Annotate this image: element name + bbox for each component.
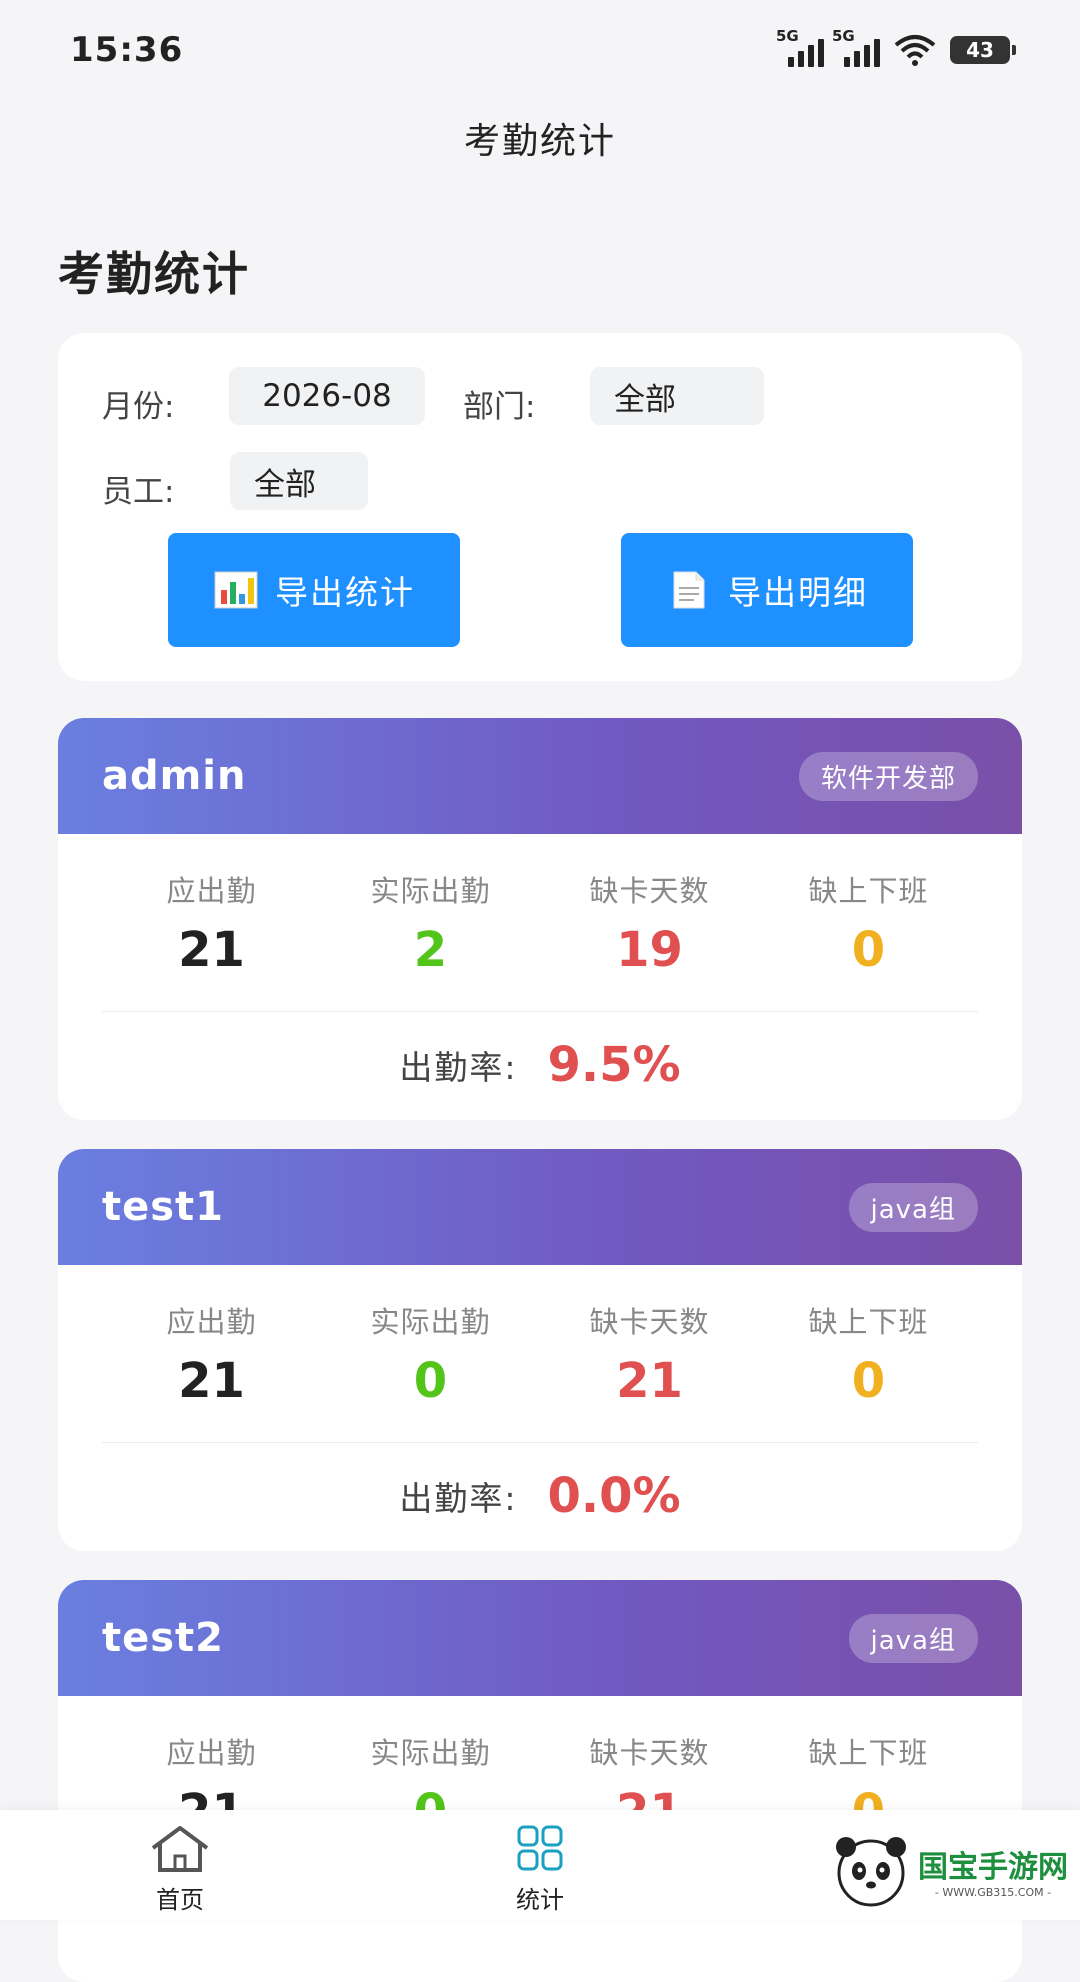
stat-label: 实际出勤	[370, 1305, 491, 1339]
stat-value: 0	[851, 922, 886, 978]
stat-label: 应出勤	[166, 1736, 257, 1770]
stat-label: 缺卡天数	[589, 874, 710, 908]
network-type-label: 5G	[776, 27, 799, 45]
stat-value: 0	[413, 1353, 448, 1409]
network-type-label: 5G	[832, 27, 855, 45]
dept-label: 部门:	[463, 389, 536, 425]
employee-card: test2 java组 应出勤 21 实际出勤 0 缺卡天数 21 缺上下班 0	[58, 1580, 1022, 1982]
panda-logo-icon	[836, 1837, 906, 1907]
attendance-rate-row: 出勤率: 9.5%	[58, 1012, 1022, 1118]
tab-home[interactable]: 首页	[120, 1824, 240, 1915]
dept-badge: 软件开发部	[798, 751, 978, 801]
employee-label: 员工:	[102, 474, 175, 510]
employee-card-header: test1 java组	[58, 1149, 1022, 1265]
status-bar: 15:36 5G 5G 43	[0, 0, 1080, 100]
month-label: 月份:	[102, 389, 175, 425]
rate-label: 出勤率:	[399, 1048, 518, 1087]
filter-card: 月份: 2026-08 部门: 全部 员工: 全部 导出统计 导出明细	[58, 333, 1022, 681]
status-icons: 5G 5G 43	[776, 27, 1016, 67]
tab-label: 统计	[516, 1886, 564, 1914]
stat-label: 应出勤	[166, 874, 257, 908]
stat-value: 21	[178, 1353, 245, 1409]
stat-actual: 实际出勤 0	[321, 1265, 540, 1442]
rate-value: 9.5%	[547, 1037, 681, 1093]
employee-name: admin	[102, 753, 247, 799]
stats-row: 应出勤 21 实际出勤 2 缺卡天数 19 缺上下班 0	[102, 834, 978, 1012]
watermark-url: - WWW.GB315.COM -	[934, 1885, 1052, 1899]
attendance-rate-row: 出勤率: 0.0%	[58, 1443, 1022, 1549]
document-icon	[673, 571, 705, 609]
watermark-text: 国宝手游网 - WWW.GB315.COM -	[918, 1842, 1068, 1899]
stat-value: 21	[616, 1353, 683, 1409]
stat-value: 19	[616, 922, 683, 978]
watermark-title: 国宝手游网	[918, 1849, 1068, 1885]
stat-missing: 缺卡天数 21	[540, 1265, 759, 1442]
export-stats-button[interactable]: 导出统计	[168, 533, 460, 647]
employee-card: test1 java组 应出勤 21 实际出勤 0 缺卡天数 21 缺上下班 0…	[58, 1149, 1022, 1551]
employee-picker[interactable]: 全部	[230, 452, 368, 510]
employee-name: test1	[102, 1184, 225, 1230]
signal-icon: 5G	[832, 27, 880, 67]
stat-label: 缺卡天数	[589, 1305, 710, 1339]
page-title: 考勤统计	[58, 247, 250, 301]
stat-expected: 应出勤 21	[102, 834, 321, 1011]
site-watermark: 国宝手游网 - WWW.GB315.COM -	[830, 1820, 1080, 1920]
dept-badge: java组	[848, 1613, 978, 1663]
status-time: 15:36	[70, 30, 184, 70]
export-stats-label: 导出统计	[275, 573, 415, 612]
stat-missing-shift: 缺上下班 0	[759, 834, 978, 1011]
dept-picker[interactable]: 全部	[590, 367, 764, 425]
employee-card: admin 软件开发部 应出勤 21 实际出勤 2 缺卡天数 19 缺上下班 0…	[58, 718, 1022, 1120]
employee-card-header: test2 java组	[58, 1580, 1022, 1696]
export-detail-label: 导出明细	[728, 573, 868, 612]
grid-icon	[517, 1825, 563, 1871]
stat-value: 2	[413, 922, 448, 978]
rate-value: 0.0%	[547, 1468, 681, 1524]
stat-missing-shift: 缺上下班 0	[759, 1265, 978, 1442]
tab-label: 首页	[156, 1886, 204, 1914]
stat-label: 实际出勤	[370, 874, 491, 908]
stat-value: 21	[178, 922, 245, 978]
stat-label: 实际出勤	[370, 1736, 491, 1770]
employee-card-header: admin 软件开发部	[58, 718, 1022, 834]
stat-label: 缺上下班	[808, 874, 929, 908]
month-picker[interactable]: 2026-08	[229, 367, 425, 425]
stats-row: 应出勤 21 实际出勤 0 缺卡天数 21 缺上下班 0	[102, 1265, 978, 1443]
dept-badge: java组	[848, 1182, 978, 1232]
battery-icon: 43	[950, 36, 1016, 64]
stat-value: 0	[851, 1353, 886, 1409]
home-icon	[151, 1826, 209, 1872]
stat-label: 缺上下班	[808, 1736, 929, 1770]
export-detail-button[interactable]: 导出明细	[621, 533, 913, 647]
stat-expected: 应出勤 21	[102, 1265, 321, 1442]
bar-chart-icon	[214, 571, 258, 609]
rate-label: 出勤率:	[399, 1479, 518, 1518]
tab-stats[interactable]: 统计	[480, 1824, 600, 1915]
employee-name: test2	[102, 1615, 225, 1661]
nav-title: 考勤统计	[463, 121, 616, 162]
stat-label: 缺上下班	[808, 1305, 929, 1339]
stat-actual: 实际出勤 2	[321, 834, 540, 1011]
stat-label: 应出勤	[166, 1305, 257, 1339]
stat-missing: 缺卡天数 19	[540, 834, 759, 1011]
wifi-icon	[894, 35, 936, 66]
stat-label: 缺卡天数	[589, 1736, 710, 1770]
signal-icon: 5G	[776, 27, 824, 67]
